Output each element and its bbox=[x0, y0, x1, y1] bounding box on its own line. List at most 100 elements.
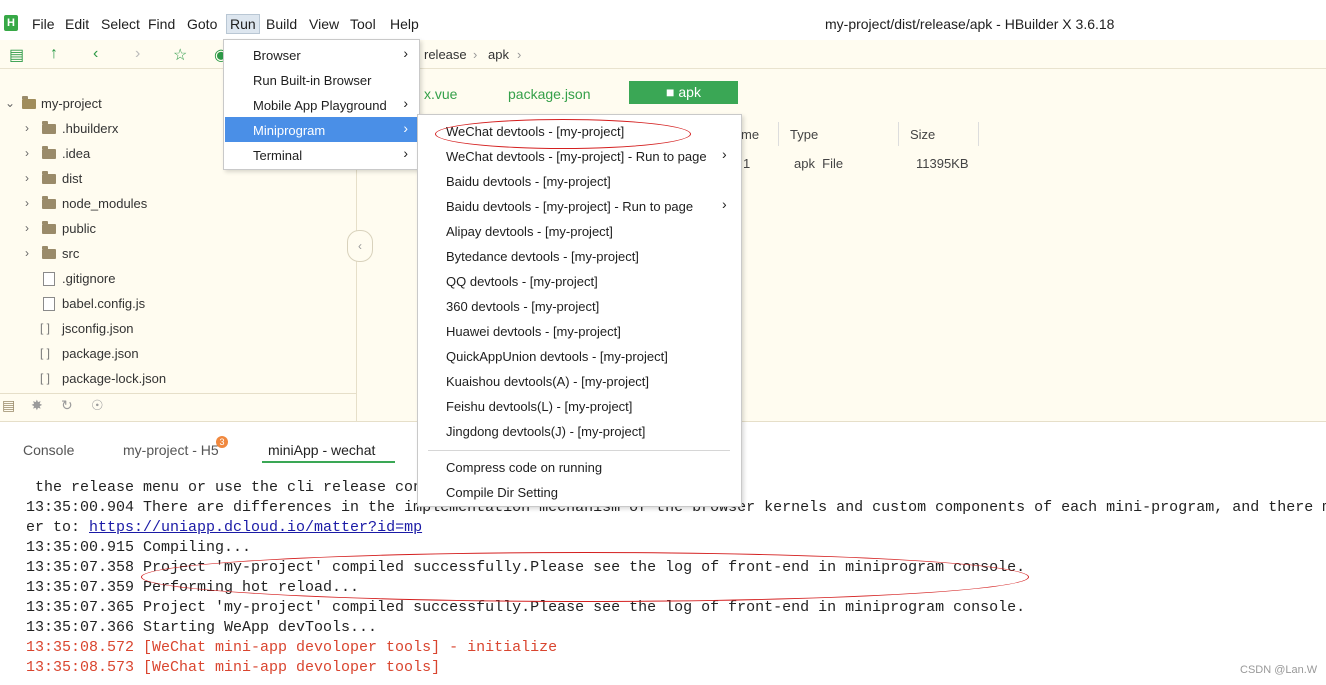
chevron-left-icon: ‹ bbox=[358, 239, 362, 253]
miniprogram-submenu: WeChat devtools - [my-project] WeChat de… bbox=[417, 114, 742, 507]
menu-item-label: Mobile App Playground bbox=[253, 98, 387, 113]
menu-select[interactable]: Select bbox=[98, 16, 143, 32]
breadcrumb-release[interactable]: release bbox=[424, 47, 467, 62]
tree-item[interactable]: › src bbox=[0, 244, 356, 269]
tree-item-label: src bbox=[62, 246, 80, 261]
menu-file[interactable]: File bbox=[29, 16, 58, 32]
menu-find[interactable]: Find bbox=[145, 16, 178, 32]
notification-badge: 3 bbox=[216, 436, 228, 448]
menu-help[interactable]: Help bbox=[387, 16, 422, 32]
submenu-360-devtools[interactable]: 360 devtools - [my-project] bbox=[419, 294, 740, 319]
back-icon[interactable]: ‹ bbox=[93, 45, 98, 63]
menu-build[interactable]: Build bbox=[263, 16, 300, 32]
tree-item[interactable]: babel.config.js bbox=[0, 294, 356, 319]
tab-package-json[interactable]: package.json bbox=[508, 86, 591, 102]
matter-link[interactable]: https://uniapp.dcloud.io/matter?id=mp bbox=[89, 519, 422, 536]
chevron-right-icon: › bbox=[403, 145, 408, 161]
menu-edit[interactable]: Edit bbox=[62, 16, 92, 32]
tree-item-label: jsconfig.json bbox=[62, 321, 134, 336]
tree-item[interactable]: .gitignore bbox=[0, 269, 356, 294]
menu-item-label: Feishu devtools(L) - [my-project] bbox=[446, 399, 633, 414]
cell-name[interactable]: 1 bbox=[743, 156, 750, 171]
chevron-right-icon: › bbox=[722, 196, 727, 212]
breadcrumb-apk[interactable]: apk bbox=[488, 47, 509, 62]
toolbar bbox=[0, 40, 1326, 69]
star-icon[interactable]: ☆ bbox=[173, 45, 187, 65]
sidebar-footer bbox=[0, 393, 356, 422]
column-name[interactable]: me bbox=[741, 127, 759, 142]
window-title: my-project/dist/release/apk - HBuilder X… bbox=[825, 16, 1115, 32]
run-menu-builtin-browser[interactable]: Run Built-in Browser bbox=[225, 67, 418, 92]
console-line: 13:35:07.366 Starting WeApp devTools... bbox=[26, 619, 378, 636]
menu-item-label: QuickAppUnion devtools - [my-project] bbox=[446, 349, 668, 364]
menu-view[interactable]: View bbox=[306, 16, 342, 32]
submenu-compile-dir-setting[interactable]: Compile Dir Setting bbox=[419, 480, 740, 505]
chevron-right-icon: › bbox=[25, 221, 29, 235]
tree-item[interactable]: › public bbox=[0, 219, 356, 244]
menu-run[interactable]: Run bbox=[226, 14, 260, 34]
annotation-ellipse-compiled bbox=[141, 552, 1029, 602]
submenu-bytedance-devtools[interactable]: Bytedance devtools - [my-project] bbox=[419, 244, 740, 269]
column-divider bbox=[978, 122, 979, 146]
folder-icon bbox=[42, 171, 56, 184]
hbuilder-logo-icon: H bbox=[4, 15, 18, 31]
chevron-right-icon: › bbox=[25, 146, 29, 160]
submenu-huawei-devtools[interactable]: Huawei devtools - [my-project] bbox=[419, 319, 740, 344]
tree-item[interactable]: [ ] package-lock.json bbox=[0, 369, 356, 394]
chevron-right-icon: › bbox=[403, 45, 408, 61]
submenu-baidu-run-to-page[interactable]: Baidu devtools - [my-project] - Run to p… bbox=[419, 194, 740, 219]
console-text: er to: bbox=[26, 519, 90, 536]
tree-item[interactable]: [ ] jsconfig.json bbox=[0, 319, 356, 344]
explorer-icon[interactable]: ▤ bbox=[2, 397, 18, 413]
menu-item-label: Compress code on running bbox=[446, 460, 603, 475]
collapse-sidebar-button[interactable]: ‹ bbox=[347, 230, 373, 262]
menu-goto[interactable]: Goto bbox=[184, 16, 220, 32]
menu-item-label: Run Built-in Browser bbox=[253, 73, 372, 88]
tree-item[interactable]: [ ] package.json bbox=[0, 344, 356, 369]
breadcrumb-chevron-icon: › bbox=[517, 47, 522, 62]
tree-item[interactable]: › node_modules bbox=[0, 194, 356, 219]
run-menu-miniprogram[interactable]: Miniprogram › bbox=[225, 117, 418, 142]
tab-index-vue[interactable]: x.vue bbox=[424, 86, 457, 102]
menu-tool[interactable]: Tool bbox=[347, 16, 379, 32]
run-menu-playground[interactable]: Mobile App Playground › bbox=[225, 92, 418, 117]
run-menu-browser[interactable]: Browser › bbox=[225, 42, 418, 67]
menu-item-label: WeChat devtools - [my-project] - Run to … bbox=[446, 149, 707, 164]
new-file-icon[interactable]: ▤ bbox=[9, 45, 24, 65]
submenu-alipay-devtools[interactable]: Alipay devtools - [my-project] bbox=[419, 219, 740, 244]
globe-icon[interactable]: ☉ bbox=[91, 397, 107, 413]
cell-type: apk File bbox=[794, 156, 844, 171]
cell-size: 11395KB bbox=[916, 156, 969, 171]
submenu-compress-code[interactable]: Compress code on running bbox=[419, 455, 740, 480]
bug-icon[interactable]: ✸ bbox=[31, 397, 47, 413]
chevron-right-icon: › bbox=[25, 246, 29, 260]
run-menu-terminal[interactable]: Terminal › bbox=[225, 142, 418, 167]
column-size[interactable]: Size bbox=[910, 127, 935, 142]
submenu-quickappunion-devtools[interactable]: QuickAppUnion devtools - [my-project] bbox=[419, 344, 740, 369]
tab-miniapp-wechat[interactable]: miniApp - wechat bbox=[262, 442, 396, 463]
submenu-jingdong-devtools[interactable]: Jingdong devtools(J) - [my-project] bbox=[419, 419, 740, 444]
menu-item-label: Baidu devtools - [my-project] bbox=[446, 174, 611, 189]
submenu-kuaishou-devtools[interactable]: Kuaishou devtools(A) - [my-project] bbox=[419, 369, 740, 394]
forward-icon[interactable]: › bbox=[135, 45, 140, 63]
console-line: er to: https://uniapp.dcloud.io/matter?i… bbox=[26, 518, 422, 538]
menu-item-label: Bytedance devtools - [my-project] bbox=[446, 249, 639, 264]
tree-item[interactable]: › dist bbox=[0, 169, 356, 194]
tab-h5[interactable]: my-project - H5 bbox=[123, 442, 219, 458]
tree-item-label: package.json bbox=[62, 346, 139, 361]
menu-item-label: Miniprogram bbox=[253, 123, 326, 138]
menu-item-label: QQ devtools - [my-project] bbox=[446, 274, 598, 289]
file-icon bbox=[43, 272, 55, 286]
refresh-icon[interactable]: ↻ bbox=[61, 397, 77, 413]
submenu-feishu-devtools[interactable]: Feishu devtools(L) - [my-project] bbox=[419, 394, 740, 419]
tree-item-label: node_modules bbox=[62, 196, 148, 211]
tab-console[interactable]: Console bbox=[23, 442, 74, 458]
column-type[interactable]: Type bbox=[790, 127, 818, 142]
up-arrow-icon[interactable]: ↑ bbox=[50, 45, 58, 63]
tree-item-label: .idea bbox=[62, 146, 91, 161]
js-file-icon bbox=[43, 297, 55, 311]
submenu-baidu-devtools[interactable]: Baidu devtools - [my-project] bbox=[419, 169, 740, 194]
chevron-right-icon: › bbox=[403, 120, 408, 136]
submenu-qq-devtools[interactable]: QQ devtools - [my-project] bbox=[419, 269, 740, 294]
tab-apk[interactable]: ■ apk bbox=[629, 81, 738, 104]
